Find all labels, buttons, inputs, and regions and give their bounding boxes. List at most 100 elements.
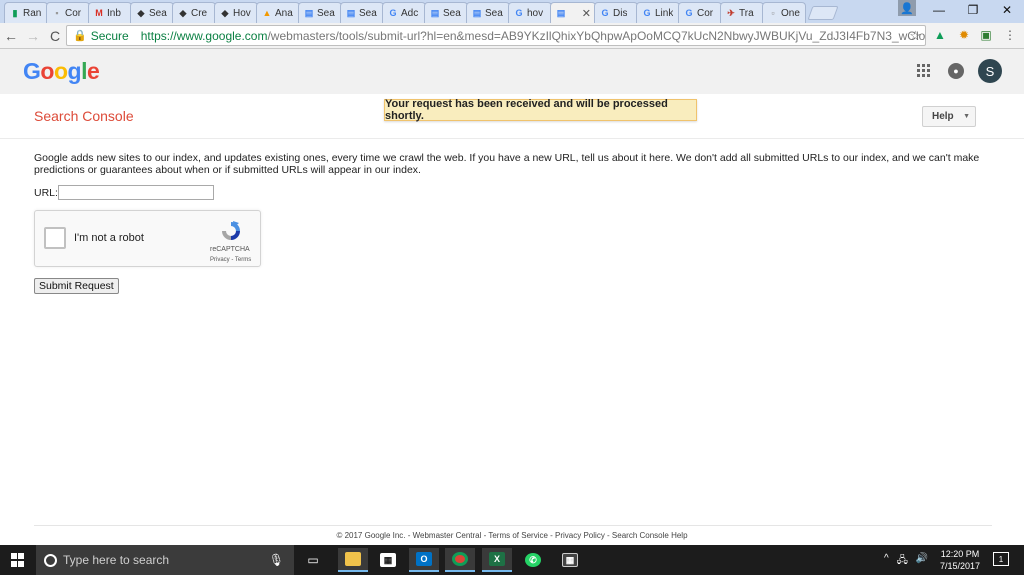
url-label: URL: (34, 187, 58, 199)
logo-letter: o (40, 58, 54, 84)
google-icon: G (643, 8, 651, 18)
browser-tab[interactable]: ▤ Sea (340, 2, 384, 23)
browser-tab[interactable]: G Cor (678, 2, 722, 23)
file-explorer-icon[interactable] (338, 548, 368, 572)
browser-tab[interactable]: ◆ Sea (130, 2, 174, 23)
browser-toolbar: ← → C 🔒 Secure https://www.google.com /w… (0, 23, 1024, 49)
browser-tab[interactable]: ▪ Cor (46, 2, 90, 23)
tab-label: Sea (317, 7, 335, 19)
page-icon: ▪ (55, 8, 59, 18)
action-center-icon[interactable]: 1 (993, 552, 1009, 566)
browser-tab[interactable]: ▤ ✕ (550, 2, 596, 23)
taskbar-search-box[interactable]: Type here to search 🎙 (36, 545, 294, 575)
footer-links[interactable]: © 2017 Google Inc. - Webmaster Central -… (0, 531, 1024, 540)
code-icon: ◆ (221, 8, 229, 18)
back-button[interactable]: ← (0, 28, 22, 44)
code-icon: ◆ (179, 8, 187, 18)
tab-label: Sea (443, 7, 461, 19)
taskbar-search-placeholder: Type here to search (63, 553, 170, 567)
browser-tab[interactable]: ◆ Cre (172, 2, 216, 23)
calculator-icon[interactable]: ▦ (555, 548, 585, 572)
recaptcha-brand: reCAPTCHA (210, 246, 250, 253)
minimize-button[interactable]: — (922, 0, 956, 20)
task-view-icon[interactable]: ▭ (298, 548, 328, 572)
help-dropdown-button[interactable]: Help ▼ (922, 106, 976, 127)
tab-label: Cor (65, 7, 82, 19)
google-icon: G (601, 8, 609, 18)
extension-gear-icon[interactable]: ✹ (956, 27, 972, 43)
chrome-menu-icon[interactable]: ⋮ (1002, 27, 1018, 43)
url-path: /webmasters/tools/submit-url?hl=en&mesd=… (267, 28, 926, 43)
cortana-icon (44, 553, 57, 567)
browser-tab[interactable]: ◆ Hov (214, 2, 258, 23)
tab-label: Link (655, 7, 674, 19)
new-tab-button[interactable] (807, 6, 839, 20)
outlook-icon[interactable]: O (409, 548, 439, 572)
browser-tab[interactable]: G Link (636, 2, 680, 23)
network-icon[interactable]: 🖧 (897, 553, 908, 570)
url-input[interactable] (58, 185, 214, 200)
browser-tab[interactable]: ✈ Tra (720, 2, 764, 23)
close-window-button[interactable]: ✕ (990, 0, 1024, 20)
browser-tab[interactable]: ▫ One (762, 2, 806, 23)
volume-icon[interactable]: 🔊 (916, 553, 928, 570)
browser-tab[interactable]: ▤ Sea (298, 2, 342, 23)
tab-label: Hov (233, 7, 251, 19)
notifications-bell-icon[interactable]: ● (948, 63, 964, 79)
profile-icon[interactable]: 👤 (898, 0, 916, 16)
forward-button[interactable]: → (22, 28, 44, 44)
submit-request-button[interactable]: Submit Request (34, 278, 119, 294)
recaptcha-checkbox[interactable] (44, 227, 66, 249)
reload-button[interactable]: C (44, 28, 66, 44)
restore-button[interactable]: ❐ (956, 0, 990, 20)
apps-grid-icon[interactable] (917, 64, 930, 77)
logo-letter: o (53, 58, 68, 84)
url-host: https://www.google.com (140, 28, 268, 43)
sheets-icon: ▮ (12, 8, 18, 18)
excel-icon[interactable]: X (482, 548, 512, 572)
tab-label: Tra (739, 7, 754, 19)
submit-url-description: Google adds new sites to our index, and … (34, 152, 980, 176)
tab-label: One (781, 7, 800, 19)
browser-tab[interactable]: G Adc (382, 2, 426, 23)
browser-tab[interactable]: ▲ Ana (256, 2, 300, 23)
browser-tab[interactable]: G Dis (594, 2, 638, 23)
microphone-icon[interactable]: 🎙 (269, 553, 284, 567)
page-title[interactable]: Search Console (34, 108, 134, 124)
clock-time: 12:20 PM (940, 549, 980, 559)
logo-letter: g (67, 58, 82, 84)
gmail-icon: M (95, 8, 103, 18)
extension-chart-icon[interactable]: ▲ (932, 27, 948, 43)
google-icon: G (389, 8, 397, 18)
code-icon: ◆ (137, 8, 145, 18)
search-console-icon: ▤ (472, 8, 482, 18)
windows-start-icon[interactable] (11, 553, 25, 567)
browser-tab[interactable]: ▤ Sea (466, 2, 510, 23)
browser-tab[interactable]: ▮ Ran (4, 2, 48, 23)
whatsapp-icon[interactable]: ✆ (518, 548, 548, 572)
browser-tab[interactable]: M Inb (88, 2, 132, 23)
help-label: Help (932, 111, 954, 122)
google-logo[interactable]: Google (23, 58, 100, 85)
account-avatar[interactable]: S (978, 59, 1002, 83)
search-console-icon: ▤ (346, 8, 356, 18)
browser-tab[interactable]: ▤ Sea (424, 2, 468, 23)
tab-label: Sea (359, 7, 377, 19)
taskbar-clock[interactable]: 12:20 PM 7/15/2017 (932, 548, 988, 572)
show-hidden-icons-chevron-up-icon[interactable]: ^ (884, 553, 889, 570)
bookmark-star-icon[interactable]: ☆ (909, 28, 921, 44)
window-controls: — ❐ ✕ (922, 0, 1024, 20)
address-bar[interactable]: 🔒 Secure https://www.google.com /webmast… (66, 25, 926, 46)
store-icon[interactable]: ▦ (373, 548, 403, 572)
extension-screen-icon[interactable]: ▣ (978, 27, 994, 43)
search-console-icon: ▤ (556, 8, 566, 18)
logo-letter: G (23, 58, 41, 84)
browser-tab[interactable]: Ghov (508, 2, 552, 23)
chrome-icon[interactable] (445, 548, 475, 572)
clock-date: 7/15/2017 (939, 561, 981, 571)
recaptcha-label: I'm not a robot (74, 232, 144, 244)
google-icon: G (685, 8, 693, 18)
lock-icon: 🔒 (73, 30, 87, 42)
recaptcha-privacy-terms-links[interactable]: Privacy - Terms (210, 257, 251, 263)
close-tab-icon[interactable]: ✕ (582, 7, 591, 20)
